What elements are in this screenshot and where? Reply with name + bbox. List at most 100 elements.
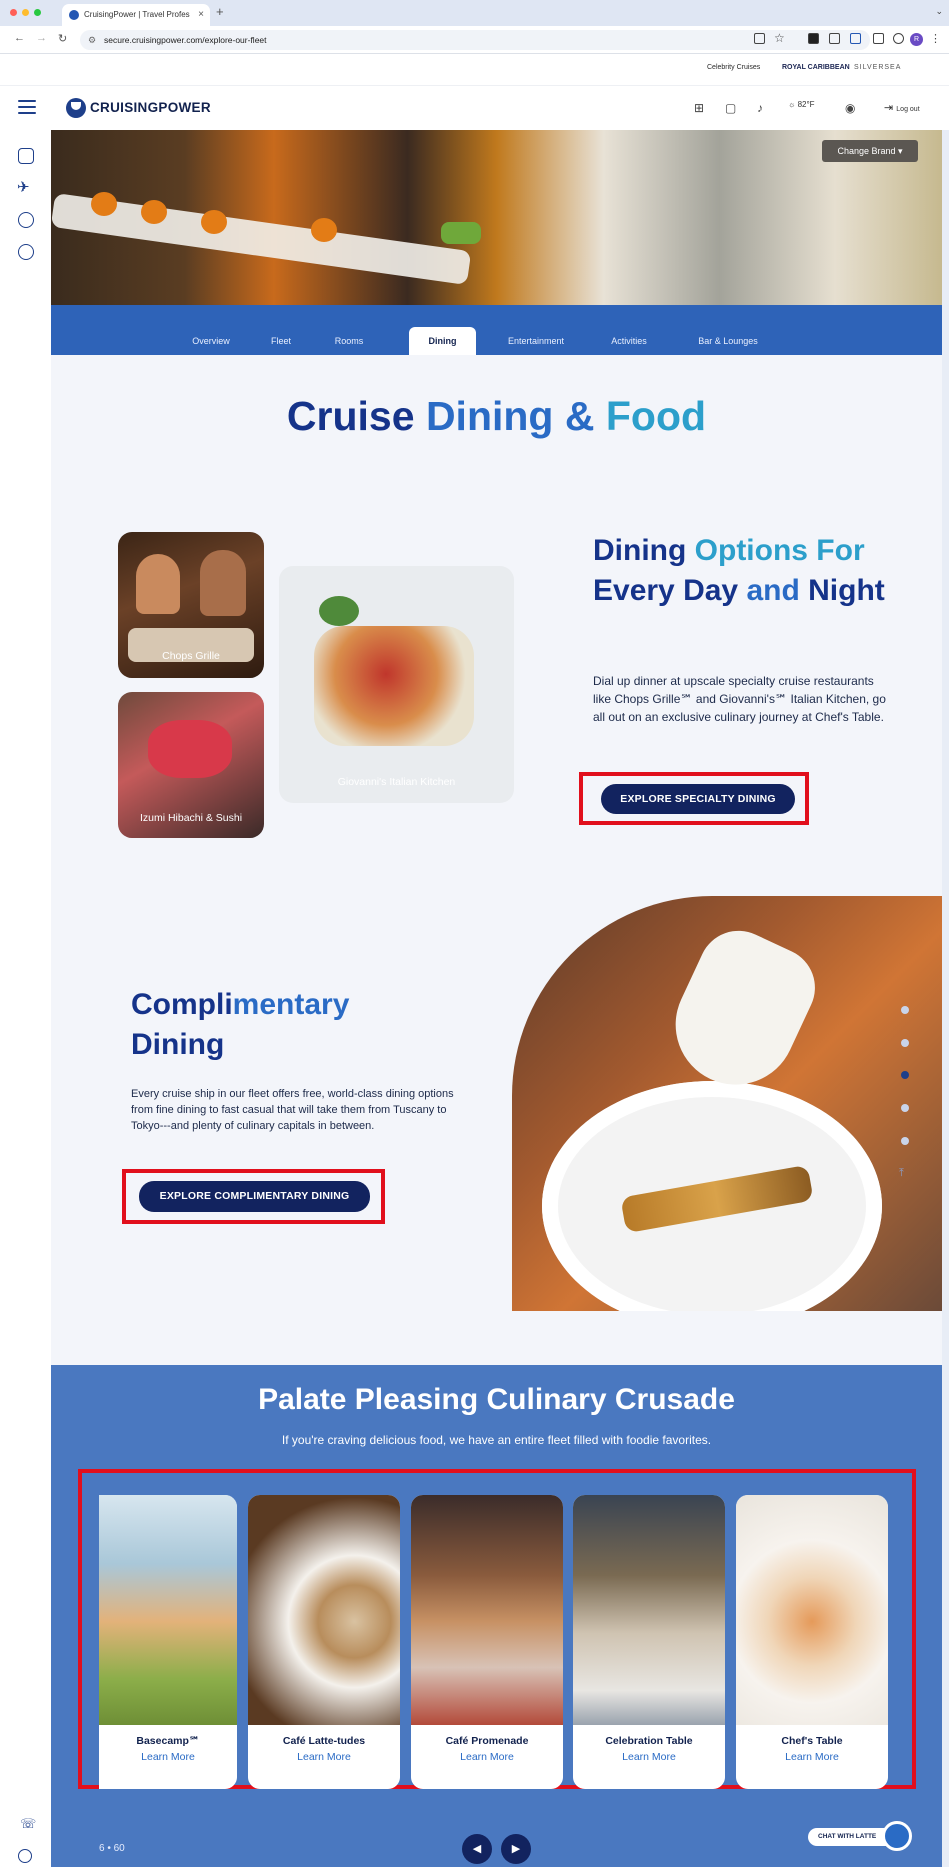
reload-icon[interactable]: ↻ bbox=[58, 32, 67, 45]
complimentary-description: Every cruise ship in our fleet offers fr… bbox=[131, 1088, 454, 1132]
calendar-icon[interactable] bbox=[18, 148, 34, 164]
card-izumi[interactable]: Izumi Hibachi & Sushi bbox=[118, 692, 264, 838]
roe-topping-shape bbox=[141, 200, 167, 224]
help-icon[interactable] bbox=[18, 1849, 32, 1863]
venue-card-cafe-latte-tudes[interactable]: Café Latte-tudes Learn More bbox=[248, 1495, 400, 1789]
section-dot[interactable] bbox=[901, 1104, 909, 1112]
sun-icon: ☼ bbox=[788, 100, 798, 109]
specialty-heading: Dining Options For Every Day and Night bbox=[593, 531, 893, 611]
venue-card-celebration-table[interactable]: Celebration Table Learn More bbox=[573, 1495, 725, 1789]
venue-card-basecamp[interactable]: Basecamp℠ Learn More bbox=[99, 1495, 237, 1789]
minimize-window-icon[interactable] bbox=[22, 9, 29, 16]
venue-image bbox=[573, 1495, 725, 1725]
tab-entertainment[interactable]: Entertainment bbox=[491, 327, 581, 355]
camera-extension-icon[interactable] bbox=[829, 33, 840, 44]
close-tab-icon[interactable]: × bbox=[198, 4, 204, 26]
diner-figure bbox=[136, 554, 180, 614]
messages-icon[interactable]: ▢ bbox=[725, 101, 736, 115]
learn-more-link[interactable]: Learn More bbox=[573, 1751, 725, 1763]
section-dot[interactable] bbox=[901, 1039, 909, 1047]
tab-rooms[interactable]: Rooms bbox=[319, 327, 379, 355]
card-chops-grille[interactable]: Chops Grille bbox=[118, 532, 264, 678]
hero-image-sushi: Change Brand ▾ bbox=[51, 130, 942, 305]
sidepanel-icon[interactable] bbox=[893, 33, 904, 44]
tab-bar-lounges[interactable]: Bar & Lounges bbox=[678, 327, 778, 355]
hamburger-menu-icon[interactable] bbox=[18, 100, 36, 114]
venue-name: Café Latte-tudes bbox=[282, 1735, 366, 1747]
silversea-brand-logo[interactable]: SILVERSEA bbox=[854, 64, 901, 71]
url-input[interactable]: ⚙ secure.cruisingpower.com/explore-our-f… bbox=[80, 30, 870, 50]
learn-more-link[interactable]: Learn More bbox=[411, 1751, 563, 1763]
plane-icon[interactable]: ✈ bbox=[17, 178, 30, 196]
learn-more-link[interactable]: Learn More bbox=[99, 1751, 237, 1763]
change-brand-dropdown[interactable]: Change Brand ▾ bbox=[822, 140, 918, 162]
logout-icon: ⇥ bbox=[884, 102, 897, 114]
location-pin-icon[interactable] bbox=[18, 244, 34, 260]
royal-caribbean-brand-logo[interactable]: ROYAL CARIBBEAN bbox=[782, 64, 850, 71]
roe-topping-shape bbox=[311, 218, 337, 242]
venue-name: Basecamp℠ bbox=[136, 1735, 200, 1747]
learn-more-link[interactable]: Learn More bbox=[736, 1751, 888, 1763]
explore-specialty-dining-button[interactable]: EXPLORE SPECIALTY DINING bbox=[601, 784, 795, 814]
apps-grid-icon[interactable]: ⊞ bbox=[694, 101, 704, 115]
roe-topping-shape bbox=[91, 192, 117, 216]
page-title: Cruise Dining & Food bbox=[51, 393, 942, 440]
venue-image bbox=[736, 1495, 888, 1725]
logout-button[interactable]: ⇥ Log out bbox=[884, 101, 920, 114]
bell-icon[interactable]: ♪ bbox=[757, 101, 763, 115]
culinary-heading: Palate Pleasing Culinary Crusade bbox=[258, 1383, 735, 1416]
pouring-sauce-image bbox=[512, 896, 942, 1311]
tab-menu-icon[interactable]: ⌄ bbox=[935, 6, 943, 17]
profile-avatar[interactable]: R bbox=[910, 33, 923, 46]
puzzle-extensions-icon[interactable] bbox=[873, 33, 884, 44]
extension-icon[interactable] bbox=[808, 33, 819, 44]
card-label: Izumi Hibachi & Sushi bbox=[139, 812, 243, 824]
weather-widget[interactable]: ☼ 82°F bbox=[788, 100, 815, 109]
carousel-next-button[interactable]: ▶ bbox=[501, 1834, 531, 1864]
culinary-subtitle: If you're craving delicious food, we hav… bbox=[281, 1433, 712, 1447]
maximize-window-icon[interactable] bbox=[34, 9, 41, 16]
back-icon[interactable]: ← bbox=[14, 32, 25, 44]
title-word-food: Food bbox=[605, 393, 707, 439]
heading-part: mentary bbox=[232, 988, 350, 1021]
section-dot[interactable] bbox=[901, 1137, 909, 1145]
heading-part: Compli bbox=[131, 988, 233, 1021]
tab-overview[interactable]: Overview bbox=[176, 327, 246, 355]
url-text: secure.cruisingpower.com/explore-our-fle… bbox=[104, 35, 267, 45]
tab-dining[interactable]: Dining bbox=[409, 327, 476, 355]
browser-tab[interactable]: CruisingPower | Travel Profes × bbox=[62, 4, 210, 26]
chat-logo-icon[interactable] bbox=[882, 1821, 912, 1851]
user-account-icon[interactable]: ◉ bbox=[845, 101, 855, 115]
bookmark-star-icon[interactable]: ☆ bbox=[774, 31, 785, 45]
logout-label: Log out bbox=[896, 106, 920, 113]
tab-fleet[interactable]: Fleet bbox=[256, 327, 306, 355]
docs-extension-icon[interactable] bbox=[850, 33, 861, 44]
feedback-icon[interactable]: ☏ bbox=[20, 1816, 36, 1832]
address-bar-row: ← → ↻ ⚙ secure.cruisingpower.com/explore… bbox=[0, 26, 949, 54]
browser-menu-icon[interactable]: ⋮ bbox=[930, 32, 941, 45]
venue-image bbox=[411, 1495, 563, 1725]
section-dot[interactable] bbox=[901, 1006, 909, 1014]
heading-part: Dining bbox=[593, 534, 687, 567]
tab-activities[interactable]: Activities bbox=[594, 327, 664, 355]
cast-icon[interactable] bbox=[754, 33, 765, 44]
browser-tab-bar: CruisingPower | Travel Profes × + ⌄ bbox=[0, 0, 949, 26]
celebrity-brand-logo[interactable]: Celebrity Cruises bbox=[707, 64, 760, 71]
complimentary-heading: Complimentary Dining bbox=[131, 985, 431, 1065]
card-giovannis[interactable]: Giovanni's Italian Kitchen bbox=[279, 566, 514, 803]
learn-more-link[interactable]: Learn More bbox=[248, 1751, 400, 1763]
sushi-shape bbox=[148, 720, 232, 778]
venue-card-cafe-promenade[interactable]: Café Promenade Learn More bbox=[411, 1495, 563, 1789]
venue-card-chefs-table[interactable]: Chef's Table Learn More bbox=[736, 1495, 888, 1789]
section-dot-active[interactable] bbox=[901, 1071, 909, 1079]
chicken-parm-shape bbox=[314, 626, 474, 746]
site-settings-icon[interactable]: ⚙ bbox=[88, 30, 96, 50]
explore-complimentary-dining-button[interactable]: EXPLORE COMPLIMENTARY DINING bbox=[139, 1181, 370, 1212]
back-to-top-icon[interactable]: ⤒ bbox=[899, 1167, 904, 1180]
specialty-description: Dial up dinner at upscale specialty crui… bbox=[593, 674, 886, 724]
carousel-prev-button[interactable]: ◀ bbox=[462, 1834, 492, 1864]
globe-icon[interactable] bbox=[18, 212, 34, 228]
new-tab-icon[interactable]: + bbox=[216, 4, 224, 19]
forward-icon[interactable]: → bbox=[36, 32, 47, 44]
close-window-icon[interactable] bbox=[10, 9, 17, 16]
